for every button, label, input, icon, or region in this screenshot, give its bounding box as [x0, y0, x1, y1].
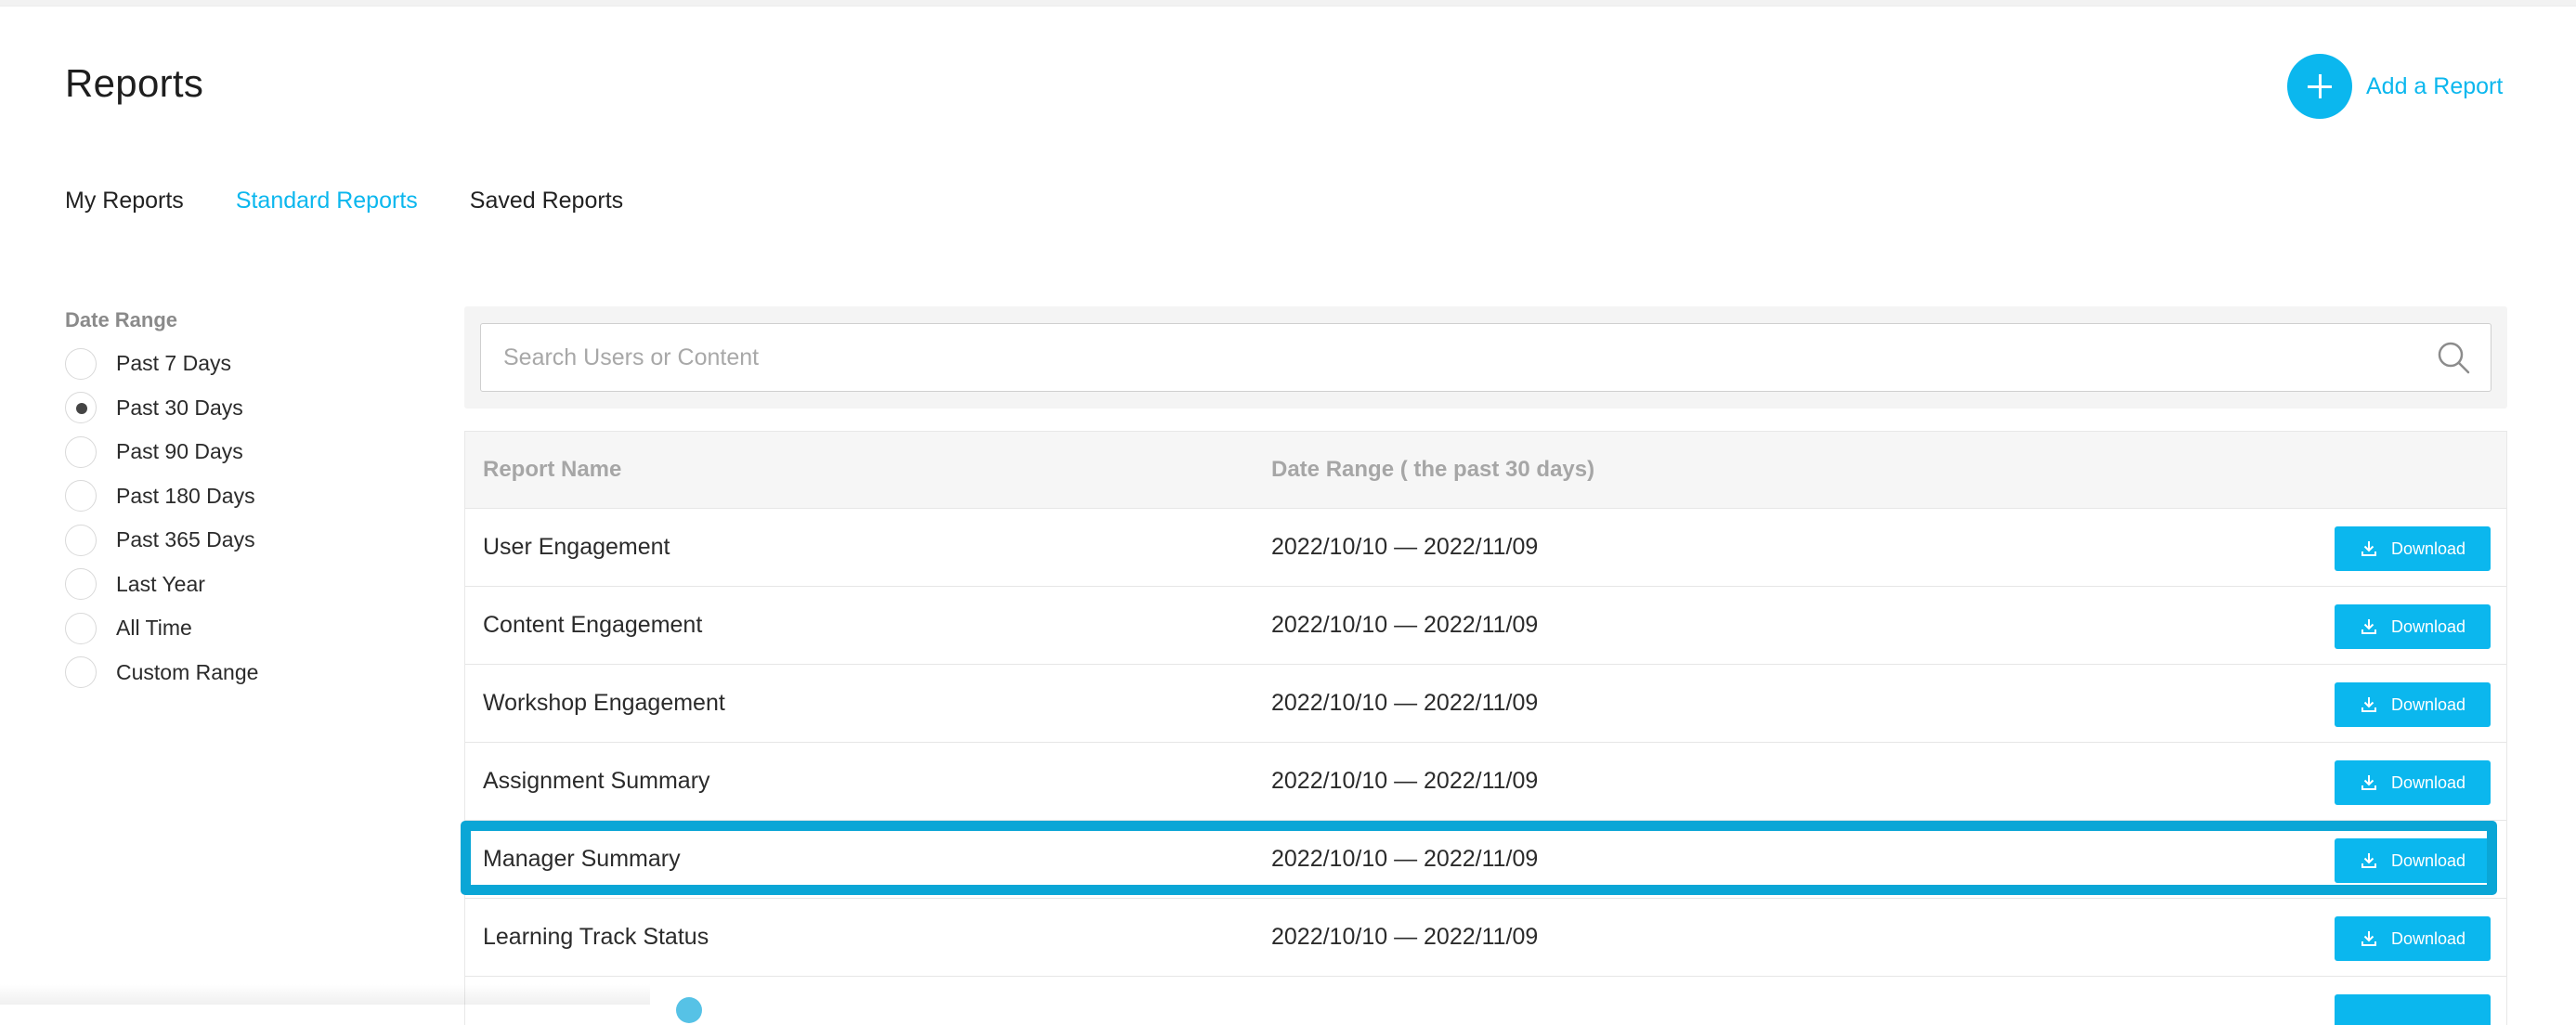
radio-label[interactable]: Past 90 Days — [116, 439, 243, 464]
radio-button[interactable] — [65, 612, 97, 644]
download-label[interactable]: Download — [2391, 929, 2465, 949]
radio-button[interactable] — [65, 524, 97, 556]
table-row-partial — [465, 977, 2506, 1025]
table-row-highlighted: Manager Summary 2022/10/10 — 2022/11/09 … — [465, 821, 2506, 899]
download-label[interactable]: Download — [2391, 851, 2465, 871]
radio-custom-range[interactable]: Custom Range — [65, 651, 418, 695]
radio-label[interactable]: Past 180 Days — [116, 484, 255, 509]
report-name: Workshop Engagement — [483, 690, 725, 716]
radio-past-7-days[interactable]: Past 7 Days — [65, 342, 418, 386]
radio-label[interactable]: Past 7 Days — [116, 351, 231, 376]
report-name: Assignment Summary — [483, 768, 710, 794]
report-name: Learning Track Status — [483, 924, 709, 950]
report-date-range: 2022/10/10 — 2022/11/09 — [1271, 924, 1539, 950]
date-range-heading: Date Range — [65, 308, 178, 331]
top-divider — [0, 0, 2576, 6]
download-button[interactable]: Download — [2335, 604, 2491, 649]
radio-button[interactable] — [65, 656, 97, 689]
download-icon — [2361, 853, 2376, 868]
radio-label[interactable]: Last Year — [116, 572, 205, 597]
radio-button[interactable] — [65, 435, 97, 468]
table-row: Workshop Engagement 2022/10/10 — 2022/11… — [465, 665, 2506, 743]
download-button[interactable]: Download — [2335, 760, 2491, 805]
report-tabs: My Reports Standard Reports Saved Report… — [65, 188, 675, 214]
radio-label[interactable]: Past 365 Days — [116, 527, 255, 552]
table-row: Learning Track Status 2022/10/10 — 2022/… — [465, 899, 2506, 977]
download-label[interactable]: Download — [2391, 617, 2465, 637]
search-icon[interactable] — [2435, 339, 2472, 376]
download-button[interactable]: Download — [2335, 916, 2491, 961]
reports-table: Report Name Date Range ( the past 30 day… — [464, 431, 2507, 1025]
radio-past-180-days[interactable]: Past 180 Days — [65, 474, 418, 519]
table-row: Content Engagement 2022/10/10 — 2022/11/… — [465, 587, 2506, 665]
add-report-button[interactable]: Add a Report — [2287, 54, 2503, 119]
radio-button[interactable] — [65, 568, 97, 601]
radio-past-30-days[interactable]: Past 30 Days — [65, 386, 418, 431]
download-button[interactable]: Download — [2335, 682, 2491, 727]
download-icon — [2361, 619, 2376, 634]
radio-past-365-days[interactable]: Past 365 Days — [65, 518, 418, 563]
search-input[interactable] — [481, 324, 2435, 391]
page-title: Reports — [65, 61, 204, 105]
column-header-date-range: Date Range ( the past 30 days) — [1271, 457, 1595, 482]
report-date-range: 2022/10/10 — 2022/11/09 — [1271, 534, 1539, 560]
radio-button-checked[interactable] — [65, 392, 97, 424]
report-name: User Engagement — [483, 534, 670, 560]
date-range-filter: Date Range Past 7 Days Past 30 Days Past… — [65, 308, 418, 694]
download-icon — [2361, 541, 2376, 556]
report-name: Content Engagement — [483, 612, 703, 638]
radio-label[interactable]: All Time — [116, 616, 192, 641]
tab-saved-reports[interactable]: Saved Reports — [470, 188, 623, 214]
column-header-report-name: Report Name — [483, 457, 622, 482]
table-row: Assignment Summary 2022/10/10 — 2022/11/… — [465, 743, 2506, 821]
radio-label[interactable]: Custom Range — [116, 660, 258, 685]
table-row: User Engagement 2022/10/10 — 2022/11/09 … — [465, 509, 2506, 587]
tab-my-reports[interactable]: My Reports — [65, 188, 184, 214]
search-box[interactable] — [480, 323, 2491, 392]
report-date-range: 2022/10/10 — 2022/11/09 — [1271, 612, 1539, 638]
radio-past-90-days[interactable]: Past 90 Days — [65, 430, 418, 474]
add-report-label[interactable]: Add a Report — [2366, 73, 2503, 100]
table-header: Report Name Date Range ( the past 30 day… — [465, 432, 2506, 509]
report-name: Manager Summary — [483, 846, 681, 872]
download-button-partial[interactable] — [2335, 994, 2491, 1025]
download-icon — [2361, 697, 2376, 712]
download-label[interactable]: Download — [2391, 695, 2465, 715]
download-label[interactable]: Download — [2391, 773, 2465, 793]
search-panel — [464, 306, 2507, 409]
plus-icon[interactable] — [2287, 54, 2352, 119]
download-button[interactable]: Download — [2335, 526, 2491, 571]
download-button[interactable]: Download — [2335, 838, 2491, 883]
download-icon — [2361, 931, 2376, 946]
download-label[interactable]: Download — [2391, 539, 2465, 559]
radio-button[interactable] — [65, 347, 97, 380]
download-icon — [2361, 775, 2376, 790]
report-date-range: 2022/10/10 — 2022/11/09 — [1271, 690, 1539, 716]
radio-all-time[interactable]: All Time — [65, 606, 418, 651]
report-date-range: 2022/10/10 — 2022/11/09 — [1271, 768, 1539, 794]
report-date-range: 2022/10/10 — 2022/11/09 — [1271, 846, 1539, 872]
radio-button[interactable] — [65, 480, 97, 512]
info-icon — [676, 997, 702, 1023]
radio-label[interactable]: Past 30 Days — [116, 396, 243, 421]
tab-standard-reports[interactable]: Standard Reports — [236, 188, 418, 214]
radio-last-year[interactable]: Last Year — [65, 563, 418, 607]
